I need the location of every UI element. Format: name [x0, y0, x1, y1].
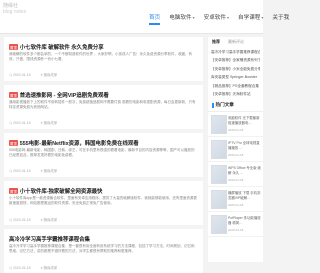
tab-recommend[interactable]: 推荐	[208, 37, 224, 47]
hot-post[interactable]: 电脑软件 无下载最新 极速播放器电… 2020-01-18	[208, 112, 263, 137]
post-date: 2020-01-18	[13, 120, 31, 125]
post-author: 随缘成家	[43, 169, 58, 173]
post-excerpt: 小十软件库app是一款资源聚合软件，里面有安卓应用程序，提供了大量的破解版软件，…	[9, 196, 197, 205]
post-title[interactable]: 置顶 小七软件库 破解软件 永久免费分享	[9, 43, 104, 51]
post-title[interactable]: 高冷冷学习高手学霸推荐课程合集	[9, 235, 90, 243]
post-title[interactable]: 置顶 555电影-最新Netflix资源，韩国电影免费在线观看	[9, 139, 139, 147]
site-logo[interactable]: 随缘社 blog notes	[3, 3, 43, 25]
clock-icon: ◷	[9, 120, 13, 125]
nav-courses[interactable]: 自学课程▾	[238, 13, 263, 25]
user-icon: ●	[40, 217, 43, 222]
hot-post-title[interactable]: WPS Office 专业版 破解 永久 …	[228, 166, 263, 175]
post-card[interactable]: 置顶 小十软件库-独家破解全网资源最快 小十软件库app是一款资源聚合软件，里面…	[4, 181, 203, 225]
hot-post[interactable]: PotPlayer 多功能播放器 精简… 2020-01-18	[208, 212, 263, 237]
list-item[interactable]: 【安卓推荐】全家桶资源系列下载	[211, 56, 260, 64]
post-excerpt: 555电影网-最新电影，韩国剧，日韩，综艺，可在手机里有很强的看看电影，最新节目…	[9, 148, 195, 157]
pinned-badge: 置顶	[9, 188, 18, 194]
post-excerpt: 通用影视播放下上的软件不用转插件一般次，免费超值追剧网不需要付费 观看的电影和电…	[9, 100, 196, 109]
list-item[interactable]: 【精品推荐】PS全套教程合集	[211, 82, 260, 90]
hot-post-date: 2020-01-18	[228, 153, 244, 157]
pinned-badge: 置顶	[9, 92, 18, 98]
post-date: 2020-01-18	[13, 72, 31, 77]
post-author: 随缘成家	[43, 266, 58, 270]
pinned-badge: 置顶	[9, 140, 18, 146]
hot-post[interactable]: 横屏播放 下载 手机浏览器VIP破解… 2020-01-18	[208, 187, 263, 212]
user-icon: ●	[40, 168, 43, 173]
hot-post-date: 2020-01-18	[228, 128, 244, 132]
list-item[interactable]: 库安装类型 Springer-Booster	[211, 73, 260, 81]
post-date: 2020-01-18	[13, 168, 31, 173]
post-card[interactable]: 高冷冷学习高手学霸推荐课程合集 高冷冷学学习高手学霸推荐课程合集，是一套很有用全…	[4, 229, 203, 273]
hot-posts-panel: 热门文章 电脑软件 无下载最新 极速播放器电… 2020-01-18 IPTV …	[208, 98, 263, 262]
chevron-down-icon: ▾	[227, 15, 230, 20]
post-meta: ◷ 2020-01-18 ● 随缘成家	[9, 168, 58, 174]
post-meta: ◷ 2020-01-18 ● 随缘成家	[9, 265, 58, 271]
hot-post-date: 2020-01-18	[228, 228, 244, 232]
nav-android-software[interactable]: 安卓软件▾	[204, 13, 229, 25]
post-date: 2020-01-18	[13, 217, 31, 222]
user-icon: ●	[40, 72, 43, 77]
clock-icon: ◷	[9, 217, 13, 222]
thumbnail[interactable]	[211, 165, 227, 184]
thumbnail[interactable]	[211, 190, 227, 209]
hot-post-date: 2020-01-18	[228, 203, 244, 207]
thumbnail[interactable]	[211, 115, 227, 134]
logo-subtitle: blog notes	[3, 9, 27, 15]
main-nav: 首页 电脑软件▾ 安卓软件▾ 自学课程▾ 关于我	[149, 13, 298, 25]
panel-title: 热门文章	[208, 98, 263, 112]
post-author: 随缘成家	[43, 73, 58, 77]
nav-pc-software[interactable]: 电脑软件▾	[169, 13, 194, 25]
post-title[interactable]: 置顶 小十软件库-独家破解全网资源最快	[9, 187, 102, 195]
list-item[interactable]: 高冷冷学习高手学霸推荐课程合集	[211, 48, 260, 56]
post-card[interactable]: 置顶 小七软件库 破解软件 永久免费分享 我破解的软件多少都会拿的，一个不断制造…	[4, 37, 203, 81]
thumbnail[interactable]	[211, 215, 227, 234]
post-meta: ◷ 2020-01-18 ● 随缘成家	[9, 72, 58, 78]
post-excerpt: 我破解的软件多少都会拿的，一个不断制造软件的世界 ，大家好啊，小孩成人广告！永久…	[9, 52, 192, 61]
post-excerpt: 高冷冷学学习高手学霸推荐课程合集，是一套很有用全面有用系统学习的方法课程，包括了…	[9, 244, 195, 253]
post-card[interactable]: 置顶 首选速推影网 - 全网VIP追剧免费观看 通用影视播放下上的软件不用转插件…	[4, 85, 203, 129]
hot-post-title[interactable]: 横屏播放 下载 手机浏览器VIP破解…	[228, 191, 263, 200]
post-title[interactable]: 置顶 首选速推影网 - 全网VIP追剧免费观看	[9, 91, 109, 99]
site-header: 随缘社 blog notes 首页 电脑软件▾ 安卓软件▾ 自学课程▾ 关于我	[0, 0, 289, 34]
post-meta: ◷ 2020-01-18 ● 随缘成家	[9, 217, 58, 223]
user-icon: ●	[40, 120, 43, 125]
hot-post[interactable]: IPTV Pro 全球电视直播播放 … 2020-01-18	[208, 137, 263, 162]
user-icon: ●	[40, 265, 43, 270]
nav-about[interactable]: 关于我	[272, 13, 289, 25]
hot-post-title[interactable]: 电脑软件 无下载最新 极速播放器电…	[228, 116, 263, 125]
pinned-badge: 置顶	[9, 44, 18, 50]
hot-post[interactable]: WPS Office 专业版 破解 永久 … 2020-01-18	[208, 162, 263, 187]
post-author: 随缘成家	[43, 121, 58, 125]
hot-post-title[interactable]: PotPlayer 多功能播放器 精简…	[228, 216, 263, 225]
accent-bar	[212, 102, 214, 108]
post-date: 2020-01-18	[13, 265, 31, 270]
hot-post-title[interactable]: IPTV Pro 全球电视直播播放 …	[228, 141, 263, 150]
chevron-down-icon: ▾	[261, 15, 264, 20]
chevron-down-icon: ▾	[192, 15, 195, 20]
clock-icon: ◷	[9, 265, 13, 270]
post-card[interactable]: 置顶 555电影-最新Netflix资源，韩国电影免费在线观看 555电影网-最…	[4, 133, 203, 177]
hot-post-date: 2020-01-18	[228, 178, 244, 182]
nav-home[interactable]: 首页	[149, 13, 161, 25]
clock-icon: ◷	[9, 72, 13, 77]
sidebar-tabs: 推荐 最新评论	[208, 37, 263, 47]
post-author: 随缘成家	[43, 218, 58, 222]
clock-icon: ◷	[9, 168, 13, 173]
post-meta: ◷ 2020-01-18 ● 随缘成家	[9, 120, 58, 126]
list-item[interactable]: 【安卓推荐】小米全能免费分享平台	[211, 65, 260, 73]
tab-latest-comments[interactable]: 最新评论	[224, 37, 248, 47]
thumbnail[interactable]	[211, 140, 227, 159]
